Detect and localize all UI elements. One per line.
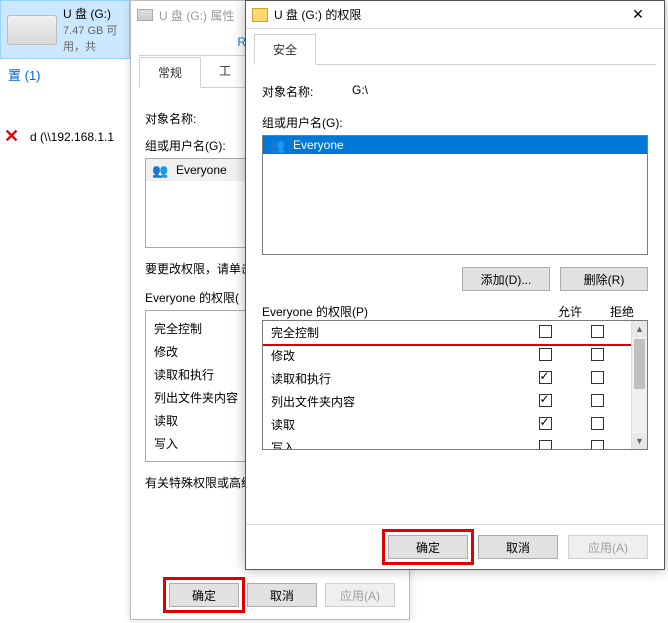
apply-button2[interactable]: 应用(A) xyxy=(568,535,648,559)
perm-row-2: 读取和执行 xyxy=(263,367,631,390)
cancel-button[interactable]: 取消 xyxy=(247,583,317,607)
explorer-panel: U 盘 (G:) 7.47 GB 可用，共 置 (1) d (\\192.168… xyxy=(0,0,130,200)
perm-row-3: 列出文件夹内容 xyxy=(263,390,631,413)
apply-button[interactable]: 应用(A) xyxy=(325,583,395,607)
close-button[interactable]: ✕ xyxy=(618,6,658,23)
group-everyone-text: Everyone xyxy=(293,138,344,152)
tab-security[interactable]: 安全 xyxy=(254,34,316,65)
perm-label: 读取和执行 xyxy=(271,370,519,387)
allow-checkbox[interactable] xyxy=(539,325,552,338)
allow-checkbox[interactable] xyxy=(539,440,552,451)
object-row: 对象名称: G:\ xyxy=(262,83,648,100)
perm-row-4: 读取 xyxy=(263,413,631,436)
perm-header-title: Everyone 的权限(P) xyxy=(262,303,544,320)
tab-tools[interactable]: 工 xyxy=(201,56,249,87)
allow-checkbox[interactable] xyxy=(539,371,552,384)
deny-checkbox[interactable] xyxy=(591,417,604,430)
perm-row-0: 完全控制 xyxy=(263,321,631,344)
drive-subtext: 7.47 GB 可用，共 xyxy=(63,22,123,54)
group-everyone-row2[interactable]: Everyone xyxy=(263,136,647,154)
scrollbar[interactable]: ▲ ▼ xyxy=(631,321,647,449)
properties-buttons: 确定 取消 应用(A) xyxy=(169,583,395,607)
group-list2[interactable]: Everyone xyxy=(262,135,648,255)
perm-row-5: 写入 xyxy=(263,436,631,450)
drive-small-icon xyxy=(137,9,153,21)
object-value: G:\ xyxy=(352,83,368,100)
perm-label: 完全控制 xyxy=(271,324,519,341)
drive-item[interactable]: U 盘 (G:) 7.47 GB 可用，共 xyxy=(0,0,130,59)
scroll-up-icon[interactable]: ▲ xyxy=(632,321,647,337)
allow-checkbox[interactable] xyxy=(539,417,552,430)
folder-icon xyxy=(252,8,268,22)
allow-checkbox[interactable] xyxy=(539,394,552,407)
cancel-button2[interactable]: 取消 xyxy=(478,535,558,559)
perm-table: 完全控制修改读取和执行列出文件夹内容读取写入 ▲ ▼ xyxy=(262,320,648,450)
col-deny: 拒绝 xyxy=(596,303,648,320)
permissions-tabs: 安全 xyxy=(254,33,656,65)
properties-title: U 盘 (G:) 属性 xyxy=(159,7,234,24)
network-drive-item[interactable]: d (\\192.168.1.1 xyxy=(0,120,130,154)
col-allow: 允许 xyxy=(544,303,596,320)
scroll-thumb[interactable] xyxy=(634,339,645,389)
perm-header: Everyone 的权限(P) 允许 拒绝 xyxy=(262,303,648,320)
group-icon2 xyxy=(269,138,287,152)
object-label: 对象名称: xyxy=(262,83,352,100)
allow-checkbox[interactable] xyxy=(539,348,552,361)
deny-checkbox[interactable] xyxy=(591,325,604,338)
deny-checkbox[interactable] xyxy=(591,394,604,407)
group-label2: 组或用户名(G): xyxy=(262,114,648,131)
network-drive-label: d (\\192.168.1.1 xyxy=(30,130,114,144)
device-count[interactable]: 置 (1) xyxy=(0,59,130,90)
ok-button2[interactable]: 确定 xyxy=(388,535,468,559)
group-buttons: 添加(D)... 删除(R) xyxy=(262,267,648,291)
disconnected-icon xyxy=(4,126,26,148)
drive-icon xyxy=(7,15,57,45)
perm-row-1: 修改 xyxy=(263,344,631,367)
permissions-title: U 盘 (G:) 的权限 xyxy=(274,6,361,23)
deny-checkbox[interactable] xyxy=(591,440,604,451)
scroll-down-icon[interactable]: ▼ xyxy=(632,433,647,449)
permissions-buttons: 确定 取消 应用(A) xyxy=(246,524,664,569)
perm-label: 列出文件夹内容 xyxy=(271,393,519,410)
drive-label: U 盘 (G:) xyxy=(63,5,123,22)
add-button[interactable]: 添加(D)... xyxy=(462,267,550,291)
permissions-dialog: U 盘 (G:) 的权限 ✕ 安全 对象名称: G:\ 组或用户名(G): Ev… xyxy=(245,0,665,570)
perm-label: 读取 xyxy=(271,416,519,433)
remove-button[interactable]: 删除(R) xyxy=(560,267,648,291)
group-icon xyxy=(152,163,170,177)
perm-label: 修改 xyxy=(271,347,519,364)
deny-checkbox[interactable] xyxy=(591,348,604,361)
permissions-titlebar[interactable]: U 盘 (G:) 的权限 ✕ xyxy=(246,1,664,29)
tab-general[interactable]: 常规 xyxy=(139,57,201,88)
ok-button[interactable]: 确定 xyxy=(169,583,239,607)
deny-checkbox[interactable] xyxy=(591,371,604,384)
group-everyone-label: Everyone xyxy=(176,163,227,177)
perm-label: 写入 xyxy=(271,439,519,450)
